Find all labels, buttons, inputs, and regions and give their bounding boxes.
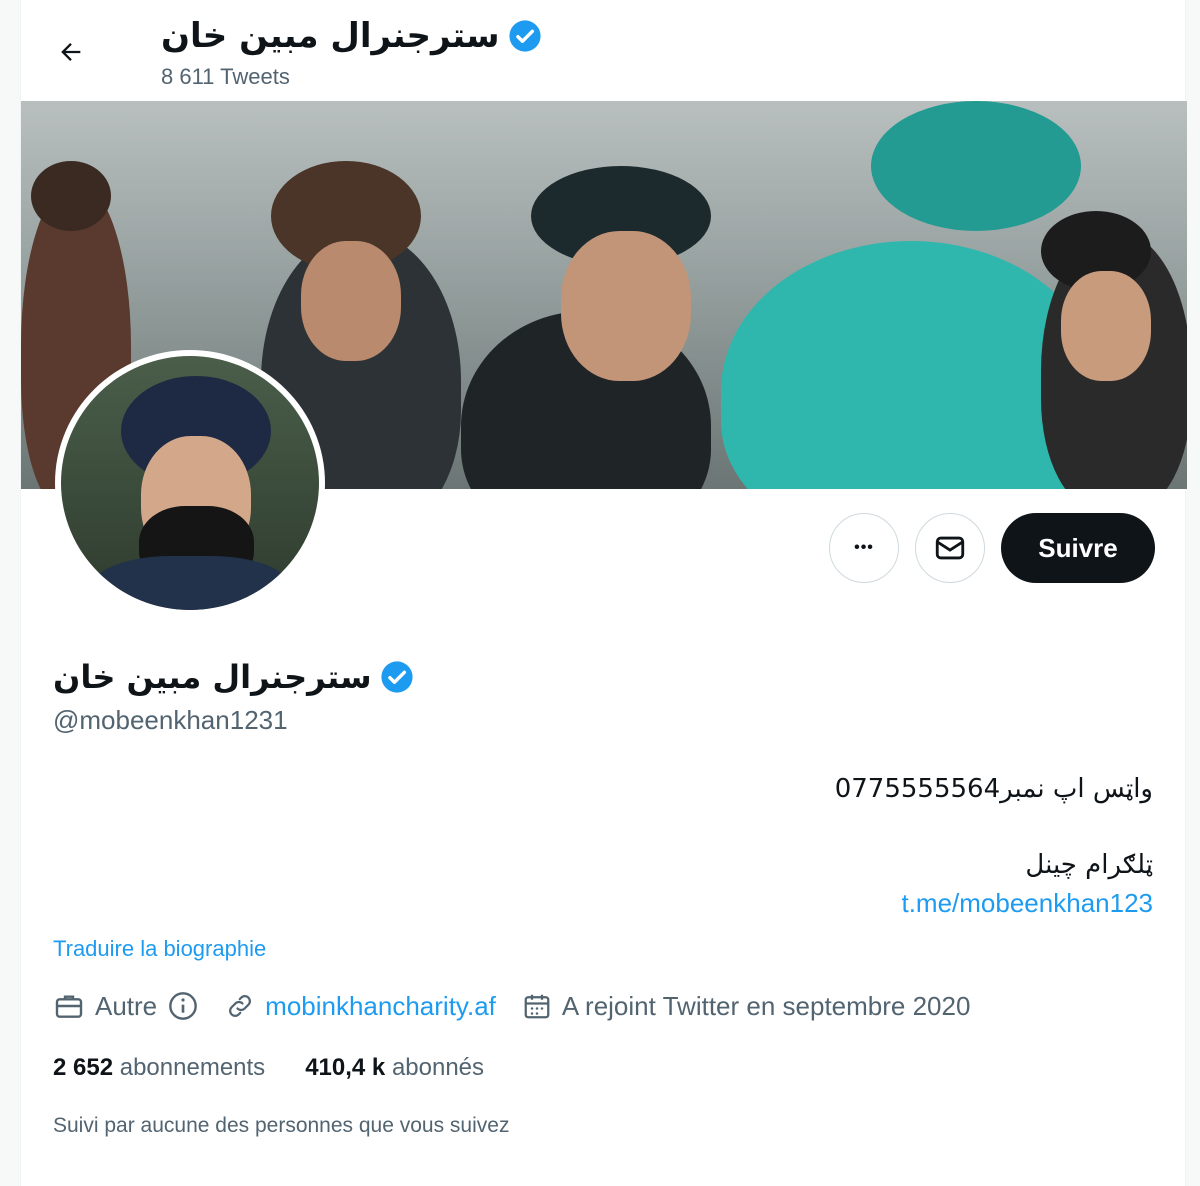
- verified-badge-icon: [508, 20, 541, 52]
- profile-meta: Autre mobinkhancharity.af A rejoint Twit…: [53, 990, 996, 1022]
- translate-bio-link[interactable]: Traduire la biographie: [53, 936, 266, 962]
- bio: واټس اپ نمبر0775555564 ټلګرام چینل t.me/…: [453, 770, 1153, 922]
- following-stat[interactable]: 2 652 abonnements: [53, 1054, 265, 1082]
- website-link[interactable]: mobinkhancharity.af: [265, 991, 496, 1022]
- link-icon: [229, 995, 252, 1017]
- category-item: Autre: [53, 990, 199, 1022]
- message-button[interactable]: [915, 513, 985, 583]
- follow-button[interactable]: Suivre: [1001, 513, 1155, 583]
- more-options-button[interactable]: •••: [829, 513, 899, 583]
- avatar-photo: [61, 356, 319, 610]
- followers-stat[interactable]: 410,4 k abonnés: [305, 1054, 484, 1082]
- tweet-count: 8 611 Tweets: [161, 64, 290, 89]
- bio-line: واټس اپ نمبر0775555564: [834, 774, 1153, 804]
- website-item: mobinkhancharity.af: [225, 991, 496, 1022]
- profile-avatar[interactable]: [55, 350, 325, 616]
- followed-by-text: Suivi par aucune des personnes que vous …: [53, 1114, 510, 1137]
- follow-stats: 2 652 abonnements 410,4 k abonnés: [53, 1054, 524, 1082]
- followers-count: 410,4 k: [305, 1054, 386, 1081]
- category-label: Autre: [95, 990, 158, 1021]
- calendar-icon: [524, 994, 550, 1019]
- user-handle: @mobeenkhan1231: [53, 705, 288, 735]
- bio-link[interactable]: t.me/mobeenkhan123: [453, 884, 1153, 922]
- arrow-left-icon: [61, 43, 81, 61]
- briefcase-icon: [55, 995, 83, 1018]
- following-label: abonnements: [119, 1054, 266, 1081]
- profile-name-row: سترجنرال مبین خان: [53, 658, 414, 696]
- more-icon: •••: [854, 539, 874, 556]
- joined-item: A rejoint Twitter en septembre 2020: [522, 990, 971, 1022]
- bio-line: ټلګرام چینل: [1025, 850, 1153, 880]
- verified-badge-icon: [381, 661, 413, 693]
- header-name: سترجنرال مبین خان: [161, 16, 500, 56]
- info-icon[interactable]: [167, 990, 199, 1022]
- header-title: سترجنرال مبین خان: [161, 16, 542, 56]
- display-name: سترجنرال مبین خان: [53, 658, 372, 696]
- back-button[interactable]: [51, 32, 91, 72]
- envelope-icon: [935, 536, 965, 560]
- following-count: 2 652: [53, 1054, 114, 1081]
- followers-label: abonnés: [391, 1054, 485, 1081]
- profile-column: سترجنرال مبین خان 8 611 Tweets ••• Suivr…: [20, 0, 1187, 1186]
- joined-label: A rejoint Twitter en septembre 2020: [561, 990, 971, 1021]
